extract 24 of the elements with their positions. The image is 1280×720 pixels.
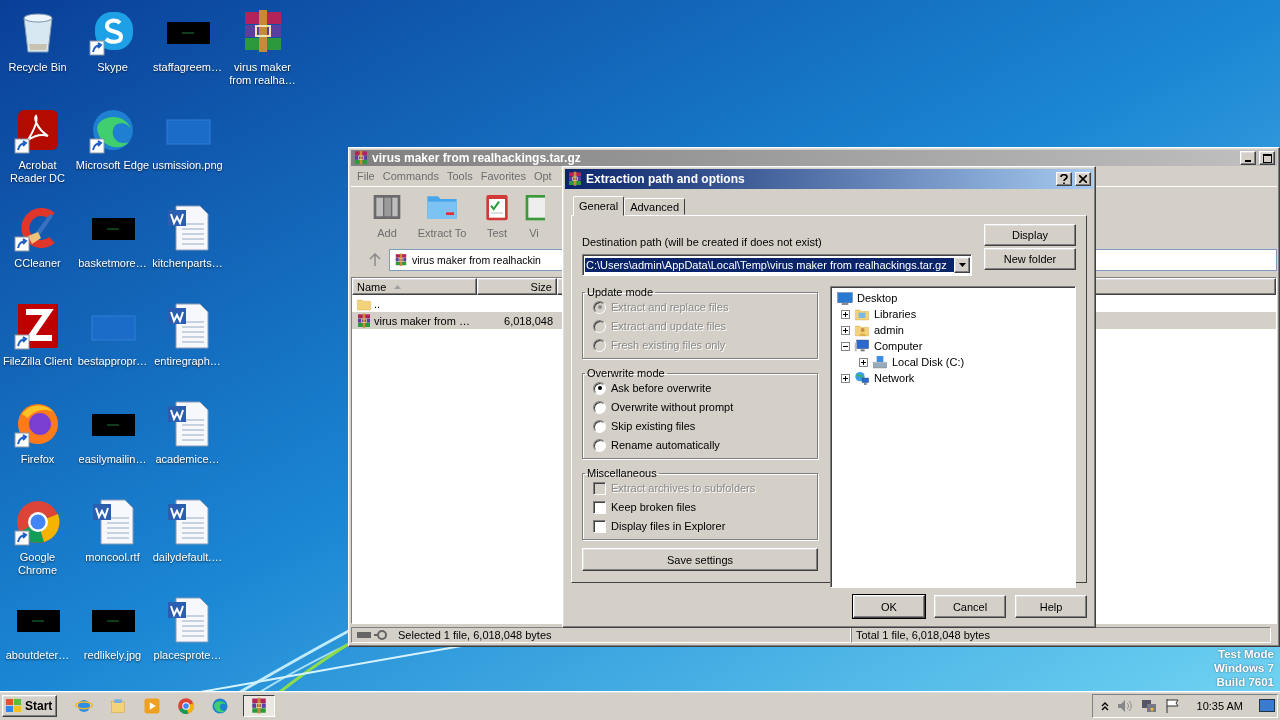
table-cell: .. [352, 295, 477, 312]
option-label: Extract archives to subfolders [611, 482, 756, 494]
window-title: virus maker from realhackings.tar.gz [372, 151, 582, 165]
option-label: Fresh existing files only [611, 339, 726, 351]
group-title: Overwrite mode [586, 367, 666, 379]
option-label: Rename automatically [611, 439, 720, 451]
dialog-title: Extraction path and options [586, 172, 746, 186]
system-notice: Test Mode [1218, 647, 1274, 662]
option-label: Skip existing files [611, 420, 696, 432]
system-notice: Windows 7 [1214, 661, 1274, 676]
option-label: Extract and replace files [611, 301, 729, 313]
option-label: Ask before overwrite [611, 382, 712, 394]
status-text: Selected 1 file, 6,018,048 bytes [398, 629, 552, 641]
system-notice: Build 7601 [1216, 675, 1274, 690]
option-label: Overwrite without prompt [611, 401, 734, 413]
option-label: Extract and update files [611, 320, 726, 332]
group-title: Update mode [586, 286, 655, 298]
option-label: Keep broken files [611, 501, 696, 513]
status-text: Total 1 file, 6,018,048 bytes [856, 629, 990, 641]
table-cell-text: 6,018,048 [503, 314, 554, 327]
table-cell: virus maker from … [352, 312, 477, 329]
field-label: Destination path (will be created if does not exist) [582, 236, 823, 248]
option-label: Display files in Explorer [611, 520, 726, 532]
group-title: Miscellaneous [586, 467, 658, 479]
